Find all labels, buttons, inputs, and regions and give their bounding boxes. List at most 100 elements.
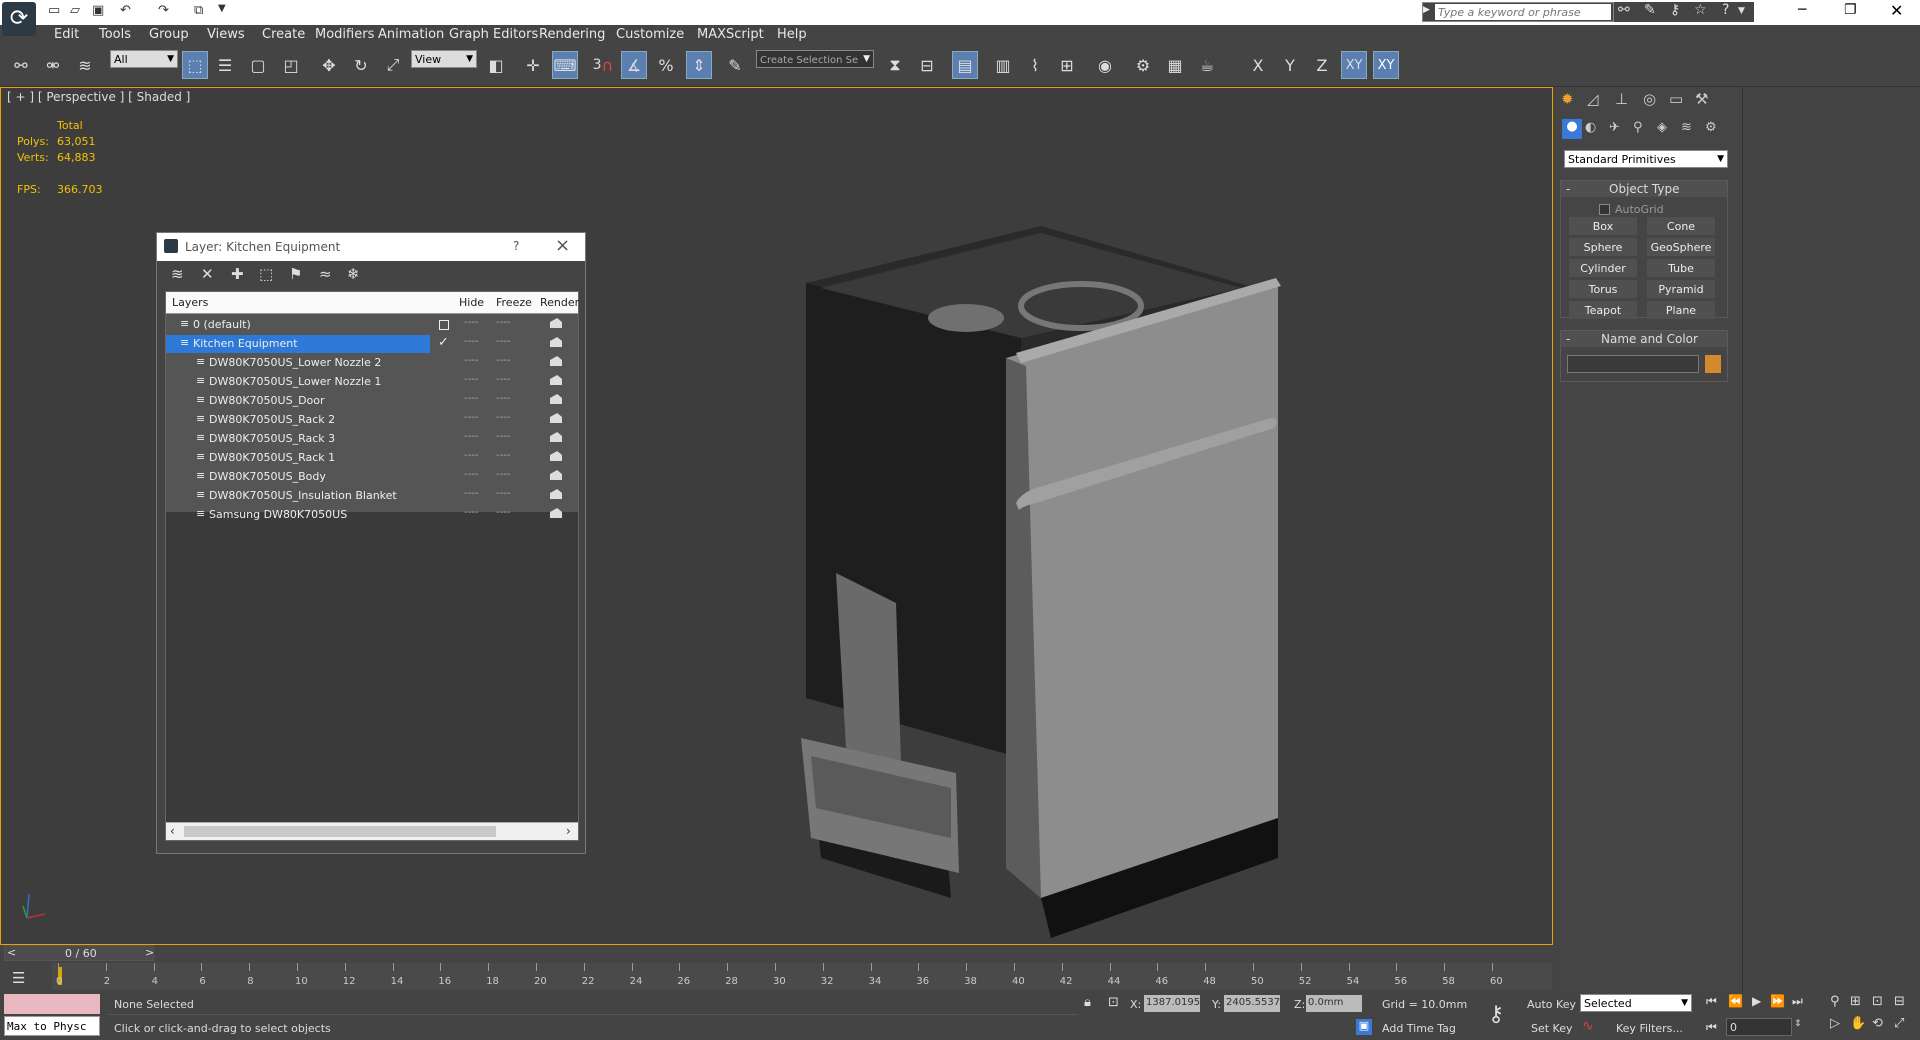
modify-tab-icon[interactable]: ◿ bbox=[1587, 90, 1599, 108]
sphere-button[interactable]: Sphere bbox=[1569, 238, 1637, 256]
select-manipulate-icon[interactable]: ✛ bbox=[520, 51, 546, 79]
auto-key-button[interactable]: Auto Key bbox=[1527, 998, 1576, 1011]
dialog-close-button[interactable]: × bbox=[555, 235, 570, 256]
pyramid-button[interactable]: Pyramid bbox=[1647, 280, 1715, 298]
zoom-icon[interactable]: ⚲ bbox=[1830, 994, 1840, 1009]
bind-spacewarp-icon[interactable]: ≋ bbox=[72, 51, 98, 79]
dishwasher-model[interactable] bbox=[791, 218, 1291, 948]
autogrid-checkbox[interactable] bbox=[1599, 204, 1610, 215]
name-color-header[interactable]: - Name and Color bbox=[1561, 331, 1727, 347]
goto-start-icon[interactable]: ⏮ bbox=[1706, 994, 1717, 1009]
goto-end-icon[interactable]: ⏭ bbox=[1792, 994, 1803, 1009]
delete-layer-icon[interactable]: ✕ bbox=[201, 265, 214, 283]
rotate-icon[interactable]: ↻ bbox=[348, 51, 374, 79]
app-logo-icon[interactable]: ⟳ bbox=[2, 2, 36, 36]
scroll-thumb[interactable] bbox=[184, 826, 496, 837]
axis-y-button[interactable]: Y bbox=[1277, 51, 1303, 79]
render-teapot-icon[interactable] bbox=[550, 413, 562, 423]
scroll-right-icon[interactable]: › bbox=[566, 824, 571, 838]
menu-maxscript[interactable]: MAXScript bbox=[697, 27, 764, 42]
primitive-category-dropdown[interactable]: Standard Primitives ▼ bbox=[1564, 150, 1728, 168]
layer-explorer-icon[interactable]: ▥ bbox=[990, 51, 1016, 79]
layer-row[interactable]: ≡ DW80K7050US_Lower Nozzle 1 ---- ---- bbox=[166, 373, 578, 391]
layer-row[interactable]: ≡ Kitchen Equipment ✓ ---- ---- bbox=[166, 335, 578, 353]
menu-views[interactable]: Views bbox=[207, 27, 245, 42]
link-icon[interactable]: ⚯ bbox=[8, 51, 34, 79]
menu-tools[interactable]: Tools bbox=[99, 27, 131, 42]
script-listener-pink[interactable] bbox=[4, 994, 100, 1014]
render-teapot-icon[interactable] bbox=[550, 451, 562, 461]
minimize-button[interactable]: ─ bbox=[1798, 2, 1806, 18]
favorites-icon[interactable]: ☆ bbox=[1694, 2, 1707, 18]
hide-toggle[interactable]: ---- bbox=[464, 431, 478, 442]
align-icon[interactable]: ⊟ bbox=[914, 51, 940, 79]
mirror-icon[interactable]: ⧗ bbox=[882, 51, 908, 79]
undo-icon[interactable]: ↶ bbox=[120, 3, 131, 18]
menu-animation[interactable]: Animation bbox=[378, 27, 444, 42]
create-tab-icon[interactable]: ✹ bbox=[1561, 90, 1574, 108]
set-key-curve-icon[interactable]: ∿ bbox=[1582, 1018, 1594, 1034]
hide-toggle[interactable]: ---- bbox=[464, 374, 478, 385]
move-icon[interactable]: ✥ bbox=[316, 51, 342, 79]
add-to-layer-icon[interactable]: ✚ bbox=[231, 265, 244, 283]
qat-dropdown-icon[interactable]: ▼ bbox=[218, 3, 226, 14]
field-of-view-icon[interactable]: ▷ bbox=[1830, 1016, 1840, 1031]
hide-toggle[interactable]: ---- bbox=[464, 336, 478, 347]
toggle-scene-explorer-icon[interactable]: ▤ bbox=[952, 51, 978, 79]
named-selection-dropdown[interactable]: Create Selection Se ▼ bbox=[756, 50, 874, 68]
search-expand-icon[interactable]: ▶ bbox=[1423, 5, 1433, 15]
horizontal-scrollbar[interactable]: ‹ › bbox=[166, 822, 578, 840]
redo-icon[interactable]: ↷ bbox=[158, 3, 169, 18]
reference-coordinate-dropdown[interactable]: View ▼ bbox=[411, 50, 477, 68]
binoculars-icon[interactable]: ⚯ bbox=[1618, 2, 1630, 18]
systems-icon[interactable]: ⚙ bbox=[1705, 120, 1717, 135]
column-layers[interactable]: Layers bbox=[172, 296, 208, 309]
column-hide[interactable]: Hide bbox=[459, 296, 484, 309]
create-layer-icon[interactable]: ≋ bbox=[171, 265, 184, 283]
cylinder-button[interactable]: Cylinder bbox=[1569, 259, 1637, 277]
shapes-icon[interactable]: ◐ bbox=[1585, 120, 1596, 135]
previous-frame-icon[interactable]: ⏪ bbox=[1728, 994, 1743, 1008]
motion-tab-icon[interactable]: ◎ bbox=[1643, 90, 1656, 108]
close-window-button[interactable]: ✕ bbox=[1890, 1, 1903, 20]
add-time-tag[interactable]: Add Time Tag bbox=[1382, 1022, 1456, 1035]
layer-row[interactable]: ≡ 0 (default) ---- ---- bbox=[166, 316, 578, 334]
cameras-icon[interactable]: ⚲ bbox=[1633, 120, 1643, 135]
menu-create[interactable]: Create bbox=[262, 27, 305, 42]
hide-toggle[interactable]: ---- bbox=[464, 412, 478, 423]
track-bar[interactable]: 0 2 4 6 8 10 12 14 16 18 20 22 24 26 28 30 32 34 36 38 40 42 4… bbox=[52, 963, 1552, 990]
absolute-mode-icon[interactable]: ⊡ bbox=[1108, 995, 1119, 1010]
rectangular-selection-icon[interactable]: ▢ bbox=[245, 51, 271, 79]
render-teapot-icon[interactable] bbox=[550, 337, 562, 347]
angle-snap-icon[interactable]: ∡ bbox=[621, 51, 647, 79]
render-teapot-icon[interactable] bbox=[550, 508, 562, 518]
menu-group[interactable]: Group bbox=[149, 27, 189, 42]
help-dropdown-icon[interactable]: ▼ bbox=[1738, 6, 1745, 16]
time-slider-prev-icon[interactable]: < bbox=[7, 946, 16, 959]
key-mode-toggle-icon[interactable]: ⏮ bbox=[1706, 1020, 1717, 1035]
layer-row[interactable]: ≡ DW80K7050US_Rack 2 ---- ---- bbox=[166, 411, 578, 429]
hide-toggle[interactable]: ---- bbox=[464, 355, 478, 366]
hide-toggle[interactable]: ---- bbox=[464, 469, 478, 480]
current-layer-check-icon[interactable]: ✓ bbox=[438, 335, 449, 350]
freeze-toggle[interactable]: ---- bbox=[496, 431, 510, 442]
render-teapot-icon[interactable] bbox=[550, 318, 562, 328]
hide-all-layers-icon[interactable]: ≈ bbox=[319, 265, 332, 283]
layer-row[interactable]: ≡ DW80K7050US_Insulation Blanket ---- ---- bbox=[166, 487, 578, 505]
material-editor-icon[interactable]: ◉ bbox=[1092, 51, 1118, 79]
dialog-help-button[interactable]: ? bbox=[513, 239, 519, 253]
axis-x-button[interactable]: X bbox=[1245, 51, 1271, 79]
mini-curve-editor-icon[interactable]: ☰ bbox=[12, 969, 25, 987]
freeze-toggle[interactable]: ---- bbox=[496, 393, 510, 404]
tube-button[interactable]: Tube bbox=[1647, 259, 1715, 277]
freeze-toggle[interactable]: ---- bbox=[496, 336, 510, 347]
y-coordinate[interactable]: 2405.5537 bbox=[1224, 995, 1280, 1012]
z-coordinate[interactable]: 0.0mm bbox=[1306, 995, 1362, 1012]
layer-row[interactable]: ≡ DW80K7050US_Lower Nozzle 2 ---- ---- bbox=[166, 354, 578, 372]
maximize-viewport-icon[interactable]: ⤢ bbox=[1894, 1016, 1904, 1031]
render-teapot-icon[interactable] bbox=[550, 356, 562, 366]
layer-row[interactable]: ≡ DW80K7050US_Door ---- ---- bbox=[166, 392, 578, 410]
help-icon[interactable]: ? bbox=[1722, 2, 1729, 18]
key-mode-icon[interactable]: ⚷ bbox=[1488, 1002, 1504, 1027]
freeze-toggle[interactable]: ---- bbox=[496, 507, 510, 518]
